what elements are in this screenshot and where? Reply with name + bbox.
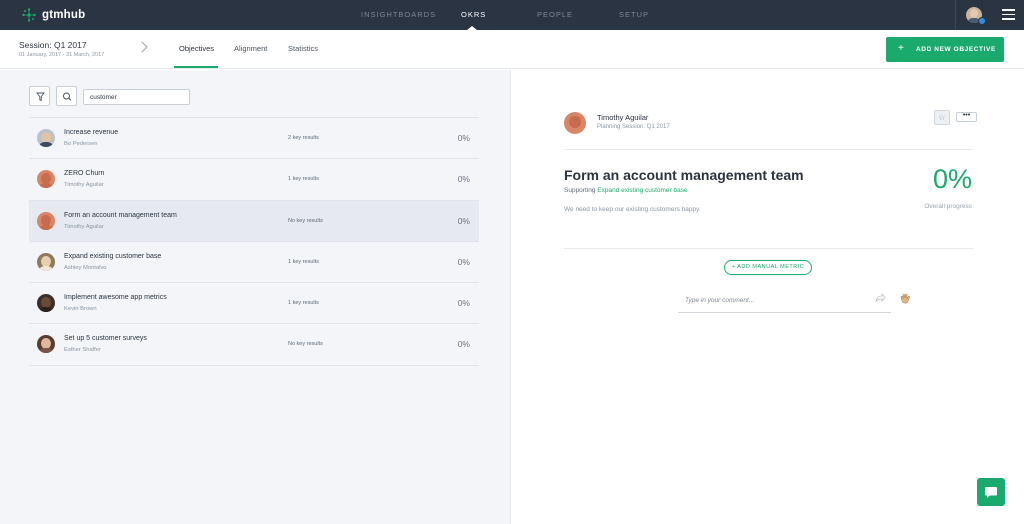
objective-owner: Bo Pedersen <box>64 141 98 147</box>
star-button[interactable]: ☆ <box>934 110 950 125</box>
search-button[interactable] <box>56 86 77 106</box>
objective-owner: Ashley Montalvo <box>64 264 107 271</box>
notification-badge <box>978 17 986 25</box>
more-options-button[interactable]: ••• <box>956 112 977 122</box>
owner-avatar <box>37 211 55 230</box>
nav-divider <box>955 0 956 30</box>
objective-progress: 0% <box>457 133 470 143</box>
objective-owner: Timothy Aguilar <box>64 223 104 230</box>
objectives-panel: Increase revenue Bo Pedersen 2 key resul… <box>0 70 511 524</box>
objective-progress: 0% <box>457 215 470 226</box>
overall-progress-value: 0% <box>932 164 972 194</box>
chat-button[interactable] <box>977 478 1005 506</box>
nav-people[interactable]: PEOPLE <box>537 10 573 19</box>
objective-progress: 0% <box>457 339 470 350</box>
key-results-count: 1 key results <box>288 258 319 265</box>
detail-owner-name[interactable]: Timothy Aguilar <box>597 113 648 122</box>
menu-icon[interactable] <box>1002 9 1015 20</box>
owner-avatar <box>37 170 55 189</box>
top-navbar: gtmhub INSIGHTBOARDS OKRS PEOPLE SETUP <box>0 0 1024 30</box>
key-results-count: 2 key results <box>288 135 319 141</box>
filter-icon <box>36 92 45 102</box>
objective-title: Increase revenue <box>64 129 119 136</box>
comment-box <box>678 291 891 313</box>
overall-progress-label: Overall progress <box>924 203 972 210</box>
main-nav: INSIGHTBOARDS OKRS PEOPLE SETUP <box>0 0 1024 30</box>
owner-avatar <box>37 335 55 354</box>
objective-row[interactable]: Expand existing customer base Ashley Mon… <box>29 242 479 284</box>
comment-input[interactable] <box>685 293 865 307</box>
objective-title: Form an account management team <box>64 211 177 219</box>
objective-row[interactable]: Implement awesome app metrics Kevin Brow… <box>29 283 479 325</box>
add-new-objective-button[interactable]: + ADD NEW OBJECTIVE <box>886 37 1004 62</box>
chevron-right-icon[interactable] <box>136 41 148 53</box>
objectives-list: Increase revenue Bo Pedersen 2 key resul… <box>29 117 479 366</box>
owner-avatar <box>37 294 55 313</box>
objective-owner: Timothy Aguilar <box>64 182 104 189</box>
chat-icon <box>985 487 997 498</box>
objective-progress: 0% <box>457 256 470 267</box>
session-dates: 01 January, 2017 - 31 March, 2017 <box>19 52 105 58</box>
tab-statistics[interactable]: Statistics <box>288 44 318 53</box>
key-results-count: No key results <box>288 341 323 348</box>
objective-row[interactable]: ZERO Churn Timothy Aguilar 1 key results… <box>29 159 479 201</box>
objective-progress: 0% <box>457 298 470 309</box>
tab-alignment[interactable]: Alignment <box>234 44 267 53</box>
supporting-objective-link[interactable]: Expand existing customer base <box>597 187 687 194</box>
detail-owner-avatar <box>564 112 586 134</box>
session-header: Session: Q1 2017 01 January, 2017 - 31 M… <box>0 30 1024 69</box>
key-results-count: 1 key results <box>288 176 319 183</box>
divider <box>564 149 973 150</box>
send-icon[interactable] <box>875 293 886 303</box>
divider <box>564 248 973 249</box>
detail-session: Planning Session: Q1 2017 <box>597 124 670 130</box>
search-input[interactable] <box>83 89 190 105</box>
search-icon <box>63 92 72 101</box>
objective-title: Set up 5 customer surveys <box>64 335 147 343</box>
key-results-count: 1 key results <box>288 300 319 307</box>
add-manual-metric-button[interactable]: + ADD MANUAL METRIC <box>724 260 812 275</box>
owner-avatar <box>37 252 55 271</box>
objective-title: Expand existing customer base <box>64 252 162 260</box>
objective-row-selected[interactable]: Form an account management team Timothy … <box>29 200 479 242</box>
objective-title: ZERO Churn <box>64 170 105 178</box>
star-icon: ☆ <box>938 113 946 122</box>
objective-description: We need to keep our existing customers h… <box>564 206 701 213</box>
active-tab-underline <box>174 66 218 68</box>
nav-insightboards[interactable]: INSIGHTBOARDS <box>361 10 436 19</box>
session-title[interactable]: Session: Q1 2017 <box>19 40 87 50</box>
plus-icon: + <box>898 43 905 54</box>
supporting-label: Supporting <box>564 187 596 194</box>
clap-icon[interactable] <box>899 292 912 305</box>
filter-button[interactable] <box>29 86 50 106</box>
nav-setup[interactable]: SETUP <box>619 10 649 19</box>
objective-progress: 0% <box>457 174 470 185</box>
key-results-count: No key results <box>288 217 323 224</box>
objective-row[interactable]: Increase revenue Bo Pedersen 2 key resul… <box>29 118 479 160</box>
objective-owner: Kevin Brown <box>64 306 97 313</box>
nav-okrs[interactable]: OKRS <box>461 10 486 19</box>
supporting-line: Supporting Expand existing customer base <box>564 187 688 194</box>
objective-row[interactable]: Set up 5 customer surveys Esther Shaffer… <box>29 324 479 366</box>
objective-detail-title: Form an account management team <box>564 167 804 183</box>
owner-avatar <box>37 129 55 147</box>
objective-title: Implement awesome app metrics <box>64 294 167 302</box>
objective-owner: Esther Shaffer <box>64 347 101 354</box>
tab-objectives[interactable]: Objectives <box>179 44 214 53</box>
